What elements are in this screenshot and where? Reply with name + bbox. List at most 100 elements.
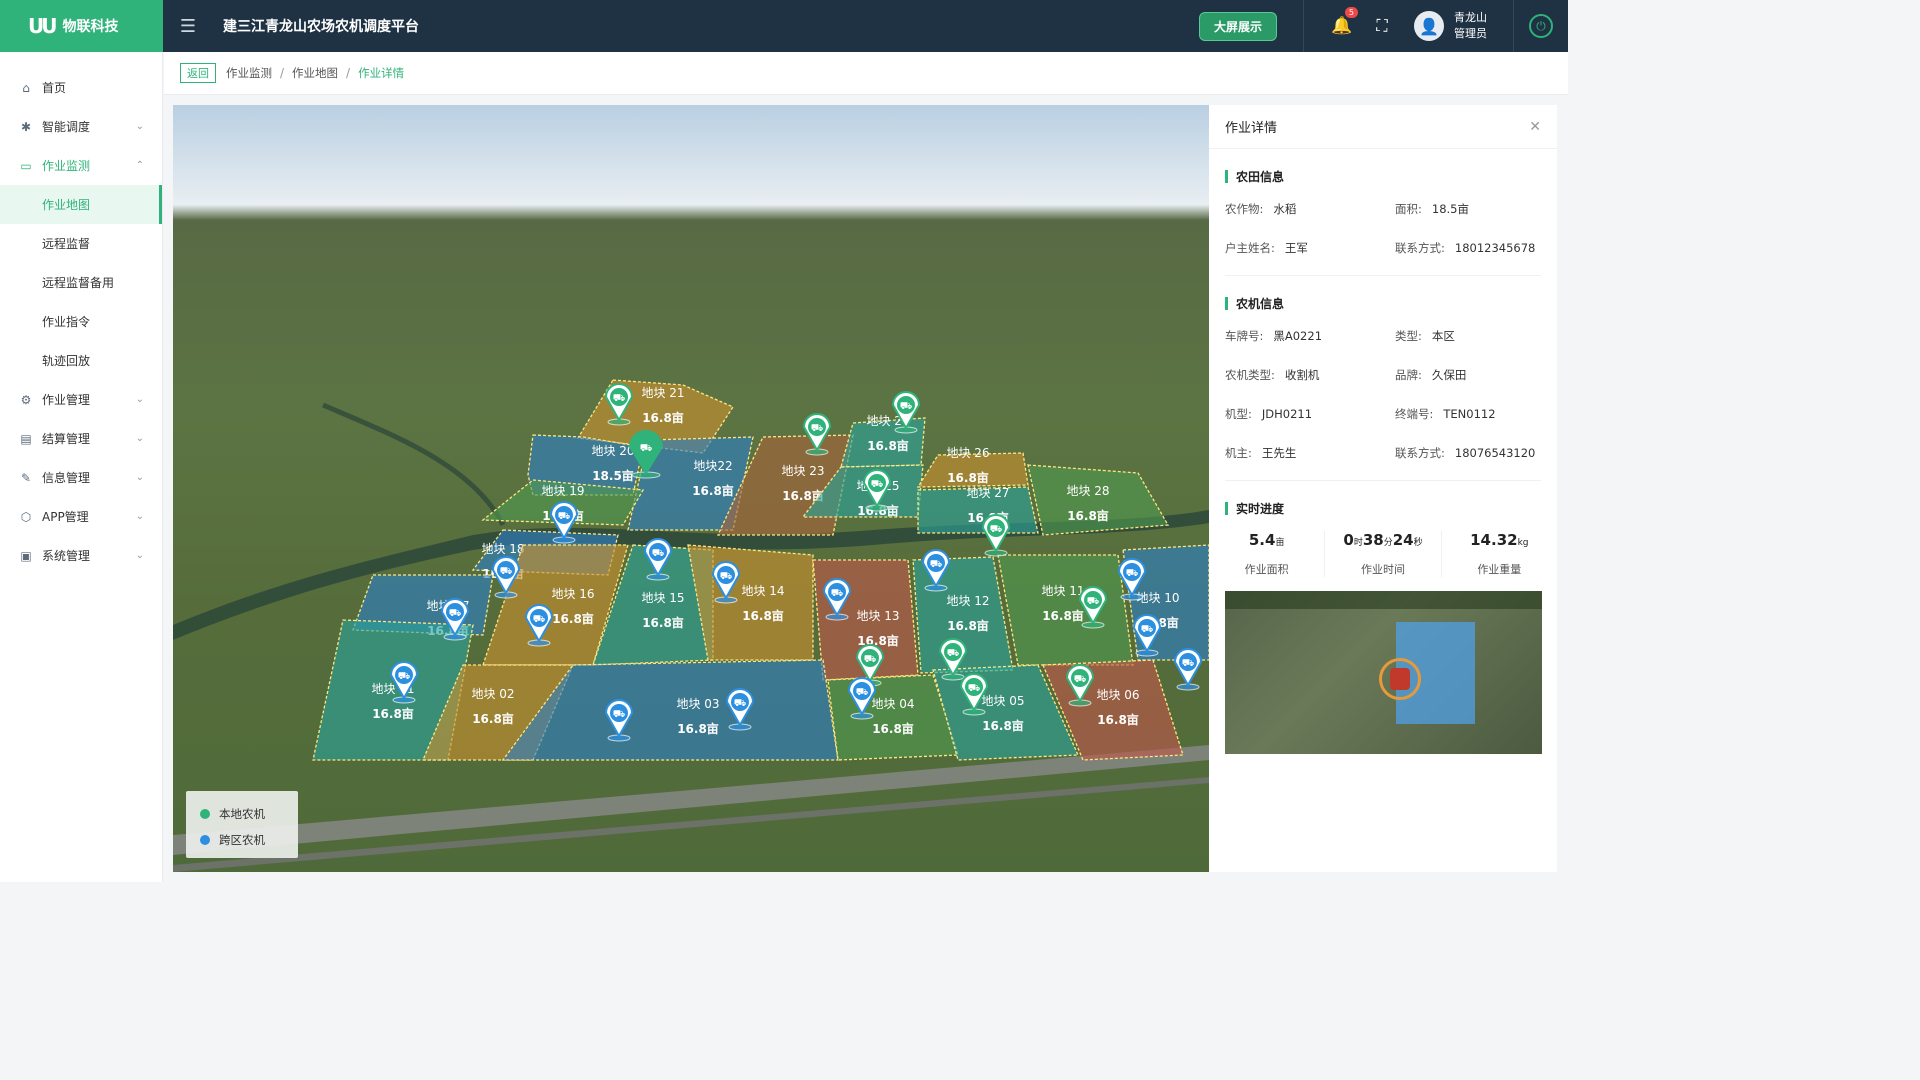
settlement-icon: ▤ [20, 431, 32, 446]
sidebar-item-work-manage[interactable]: ⚙ 作业管理 ⌄ [0, 380, 162, 419]
sidebar-item-system[interactable]: ▣ 系统管理 ⌄ [0, 536, 162, 575]
cross-region-machine-marker[interactable]: ⛟ [1173, 648, 1203, 691]
svg-text:⛟: ⛟ [533, 614, 546, 625]
section-title-machine: 农机信息 [1225, 290, 1541, 316]
breadcrumb-item[interactable]: 作业地图 [292, 65, 338, 81]
field-area: 面积: 18.5亩 [1395, 201, 1469, 216]
bell-icon[interactable]: 🔔 5 [1322, 7, 1362, 36]
logo-mark: UU [28, 14, 58, 38]
map-legend: 本地农机 跨区农机 [186, 791, 298, 858]
plot-9[interactable]: 地块 28 16.8亩 [1027, 464, 1170, 536]
plot-area: 16.8亩 [947, 470, 989, 485]
fullscreen-icon[interactable]: ⛶ [1362, 16, 1402, 36]
plot-5[interactable]: 地块 2416.8亩 [840, 414, 926, 468]
plot-8[interactable]: 地块 2716.8亩 [917, 486, 1039, 534]
svg-text:⛟: ⛟ [613, 709, 626, 720]
chevron-down-icon: ⌄ [135, 394, 144, 405]
sidebar-item-home[interactable]: ⌂ 首页 [0, 68, 162, 107]
plot-name: 地块 03 [676, 697, 719, 711]
svg-text:⛟: ⛟ [1141, 624, 1154, 635]
plot-area: 16.8亩 [867, 438, 909, 453]
chevron-down-icon: ⌄ [135, 472, 144, 483]
sidebar-item-label: 智能调度 [42, 120, 91, 134]
svg-text:⛟: ⛟ [1074, 674, 1087, 685]
user-role: 管理员 [1454, 27, 1487, 40]
sidebar-item-work-map[interactable]: 作业地图 [0, 185, 162, 224]
machine-plate: 车牌号: 黑A0221 [1225, 328, 1323, 343]
logo-text: 物联科技 [62, 19, 119, 35]
machine-contact: 联系方式: 18076543120 [1395, 445, 1536, 460]
plot-name: 地块 04 [871, 697, 914, 711]
power-button[interactable]: ⏻ [1514, 0, 1568, 52]
plot-name: 地块 14 [741, 584, 784, 598]
plot-name: 地块 23 [781, 464, 824, 478]
plot-name: 地块 16 [551, 587, 594, 601]
map-canvas: 地块 2116.8亩地块 2018.5亩地块2216.8亩地块 2316.8亩地… [173, 379, 1209, 872]
svg-text:⛟: ⛟ [500, 566, 513, 577]
sidebar-item-app[interactable]: ⬡ APP管理 ⌄ [0, 497, 162, 536]
sidebar-item-remote[interactable]: 远程监督 [0, 224, 162, 263]
svg-text:⛟: ⛟ [968, 683, 981, 694]
plot-name: 地块 15 [641, 591, 684, 605]
svg-text:⛟: ⛟ [613, 393, 626, 404]
stat-time: 0时38分24秒 作业时间 [1325, 531, 1442, 577]
plot-7[interactable]: 地块 26 16.8亩 [916, 446, 1029, 488]
sidebar-item-remote-backup[interactable]: 远程监督备用 [0, 263, 162, 302]
sidebar-item-label: 轨迹回放 [42, 354, 91, 368]
field-thumbnail[interactable] [1225, 591, 1542, 754]
chevron-down-icon: ⌄ [135, 550, 144, 561]
machine-model: 机型: JDH0211 [1225, 406, 1313, 421]
local-machine-marker[interactable]: ⛟ [981, 514, 1011, 557]
svg-text:⛟: ⛟ [558, 511, 571, 522]
machine-category: 类型: 本区 [1395, 328, 1455, 343]
big-screen-button[interactable]: 大屏展示 [1198, 11, 1277, 41]
legend-local[interactable]: 本地农机 [200, 801, 284, 827]
plot-name: 地块 05 [981, 694, 1024, 708]
user-menu[interactable]: 👤 青龙山 管理员 [1402, 10, 1513, 42]
notification-badge: 5 [1344, 7, 1358, 18]
legend-cross-region[interactable]: 跨区农机 [200, 827, 284, 853]
sidebar-item-label: 首页 [42, 81, 67, 95]
svg-text:⛟: ⛟ [1182, 658, 1195, 669]
back-button[interactable]: 返回 [180, 63, 216, 83]
plot-area: 16.8亩 [872, 721, 914, 736]
plot-area: 16.8亩 [552, 611, 594, 626]
sidebar-item-playback[interactable]: 轨迹回放 [0, 341, 162, 380]
sidebar-item-dispatch[interactable]: ✱ 智能调度 ⌄ [0, 107, 162, 146]
section-title-progress: 实时进度 [1225, 495, 1541, 521]
legend-dot [200, 809, 210, 819]
plot-name: 地块 20 [591, 444, 634, 458]
plot-area: 16.8亩 [1067, 508, 1109, 523]
farm-map[interactable]: 地块 21 16.8亩 地块 20 18.5亩 地块22 16.8亩 地块 23 16.8亩地… [173, 105, 1209, 872]
legend-label: 跨区农机 [219, 833, 265, 847]
top-bar: UU 物联科技 ☰ 建三江青龙山农场农机调度平台 大屏展示 🔔 5 ⛶ 👤 青龙山… [0, 0, 1568, 52]
close-icon[interactable]: ✕ [1529, 119, 1541, 135]
section-title-field: 农田信息 [1225, 163, 1541, 189]
sidebar-item-label: 作业指令 [42, 315, 91, 329]
field-owner: 户主姓名: 王军 [1225, 240, 1308, 255]
plot-area: 16.8亩 [472, 711, 514, 726]
sidebar-item-label: 作业监测 [42, 159, 91, 173]
plot-18[interactable]: 地块 11 16.8亩 [997, 554, 1134, 666]
sidebar-item-command[interactable]: 作业指令 [0, 302, 162, 341]
svg-text:⛟: ⛟ [1087, 596, 1100, 607]
logo[interactable]: UU 物联科技 [0, 0, 163, 52]
sidebar-item-label: 作业地图 [42, 198, 91, 212]
chevron-down-icon: ⌄ [135, 433, 144, 444]
sidebar-item-info[interactable]: ✎ 信息管理 ⌄ [0, 458, 162, 497]
plot-15[interactable]: 地块 14 16.8亩 [687, 544, 814, 661]
menu-toggle-icon[interactable]: ☰ [163, 0, 213, 52]
plot-name: 地块 28 [1066, 484, 1109, 498]
machine-owner: 机主: 王先生 [1225, 445, 1297, 460]
harvester-marker [1379, 658, 1421, 700]
plot-name: 地块 18 [481, 542, 524, 556]
stat-weight: 14.32kg 作业重量 [1470, 531, 1529, 576]
svg-text:⛟: ⛟ [720, 571, 733, 582]
legend-label: 本地农机 [219, 807, 265, 821]
breadcrumb-item[interactable]: 作业监测 [226, 65, 272, 81]
sidebar-item-settlement[interactable]: ▤ 结算管理 ⌄ [0, 419, 162, 458]
breadcrumb-separator: / [280, 66, 285, 80]
plot-name: 地块 26 [946, 446, 989, 460]
svg-text:⛟: ⛟ [990, 524, 1003, 535]
sidebar-item-monitor[interactable]: ▭ 作业监测 ⌃ [0, 146, 162, 185]
